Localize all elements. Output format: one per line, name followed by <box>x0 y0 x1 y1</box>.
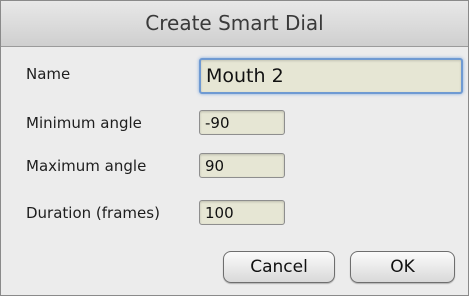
maximum-angle-input[interactable] <box>199 153 285 178</box>
name-label: Name <box>26 65 71 83</box>
cancel-button[interactable]: Cancel <box>223 251 335 283</box>
duration-input[interactable] <box>199 200 285 225</box>
maximum-angle-label: Maximum angle <box>26 157 147 175</box>
minimum-angle-label: Minimum angle <box>26 114 142 132</box>
duration-label: Duration (frames) <box>26 204 160 222</box>
dialog-title: Create Smart Dial <box>1 1 468 47</box>
ok-button[interactable]: OK <box>350 251 455 283</box>
name-input[interactable] <box>199 58 463 94</box>
create-smart-dial-dialog: Create Smart Dial Name Minimum angle Max… <box>0 0 469 296</box>
minimum-angle-input[interactable] <box>199 110 285 135</box>
